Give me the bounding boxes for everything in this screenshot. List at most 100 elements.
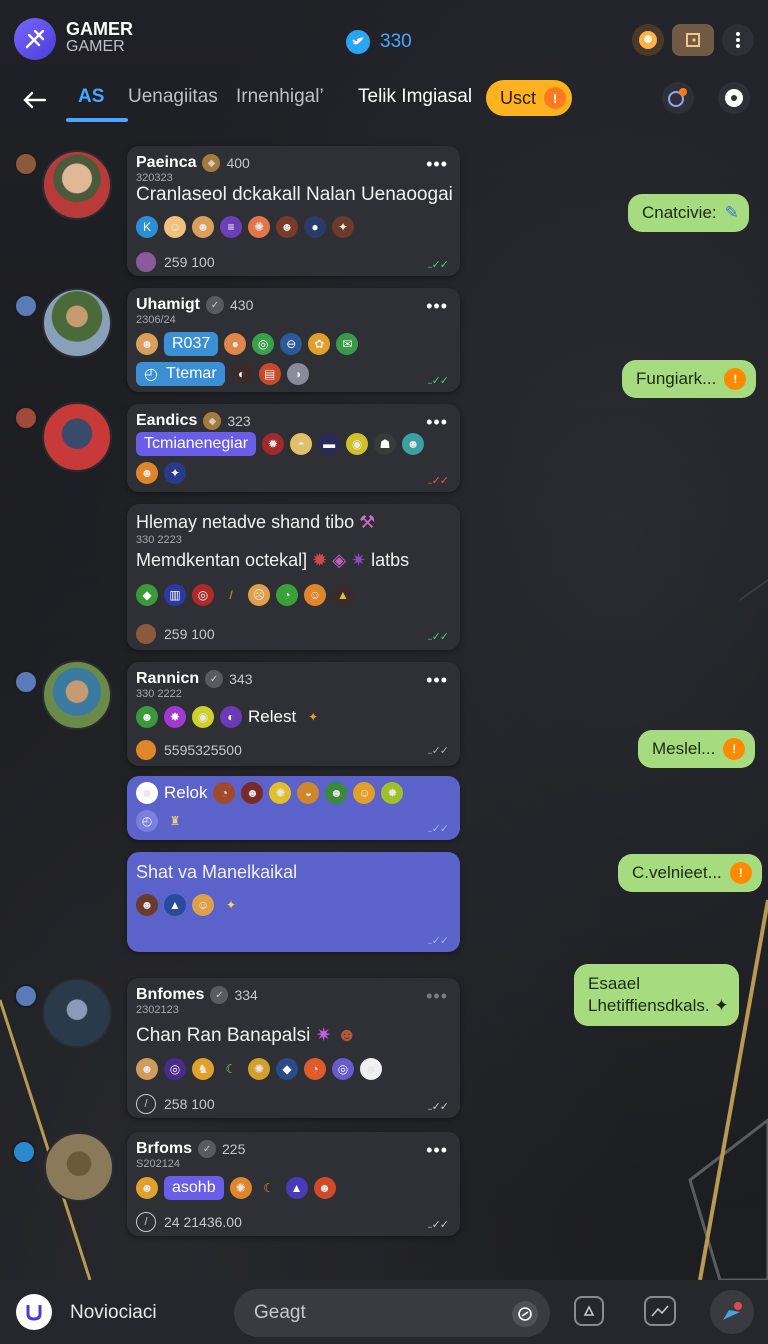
- more-icon[interactable]: •••: [426, 670, 448, 691]
- reaction-icon[interactable]: ☻: [360, 1058, 382, 1080]
- post-card[interactable]: Brfoms ✓ 225 S202124 ••• ☻ asohb ✺ ☾ ▲ ☻…: [127, 1132, 460, 1236]
- reaction-icon[interactable]: ✸: [164, 706, 186, 728]
- post-card[interactable]: Hlemay netadve shand tibo ⚒ 330 2223 Mem…: [127, 504, 460, 650]
- more-icon[interactable]: •••: [426, 1140, 448, 1161]
- reaction-icon[interactable]: ◎: [192, 584, 214, 606]
- more-options-icon[interactable]: [722, 24, 754, 56]
- reaction-icon[interactable]: ☻: [136, 462, 158, 484]
- reaction-icon[interactable]: ☻: [402, 433, 425, 455]
- reaction-icon[interactable]: ◓: [290, 433, 313, 455]
- reaction-icon[interactable]: ▲: [164, 894, 186, 916]
- post-card[interactable]: Rannicn ✓ 343 330 2222 ••• ☻ ✸ ◉ ◐ Reles…: [127, 662, 460, 766]
- reaction-icon[interactable]: ☻: [136, 894, 158, 916]
- trophy-icon[interactable]: ♜: [164, 810, 186, 832]
- follower-count[interactable]: 330: [346, 30, 412, 54]
- chart-icon[interactable]: [644, 1296, 676, 1326]
- more-icon[interactable]: •••: [426, 154, 448, 175]
- reaction-icon[interactable]: ☻: [192, 216, 214, 238]
- reaction-icon[interactable]: ●: [304, 216, 326, 238]
- back-arrow-icon[interactable]: [18, 84, 50, 116]
- reaction-icon[interactable]: ◒: [297, 782, 320, 804]
- avatar[interactable]: [42, 660, 112, 730]
- reaction-icon[interactable]: ☺: [304, 584, 326, 606]
- reaction-icon[interactable]: ☻: [136, 333, 158, 355]
- reaction-icon[interactable]: ✺: [229, 1177, 252, 1199]
- reaction-icon[interactable]: ☻: [136, 1177, 158, 1199]
- record-icon[interactable]: [718, 82, 750, 114]
- more-icon[interactable]: •••: [426, 986, 448, 1007]
- reaction-icon[interactable]: ▲: [285, 1177, 308, 1199]
- reaction-icon[interactable]: ☻: [313, 1177, 336, 1199]
- bottom-label[interactable]: Noviociaci: [70, 1302, 157, 1324]
- reaction-icon[interactable]: ◔: [276, 584, 298, 606]
- reaction-icon[interactable]: ☾: [220, 1058, 242, 1080]
- reaction-icon[interactable]: ◐: [230, 363, 253, 385]
- notification-icon[interactable]: [662, 82, 694, 114]
- avatar[interactable]: [42, 402, 112, 472]
- post-card[interactable]: Uhamigt ✓ 430 2306/24 ••• ☻ R037 ● ◎ ⊖ ✿…: [127, 288, 460, 392]
- avatar[interactable]: [42, 288, 112, 358]
- tab-pill-usct[interactable]: Usct !: [486, 80, 572, 116]
- message-input[interactable]: Geagt: [234, 1289, 550, 1337]
- wallet-icon[interactable]: [672, 24, 714, 56]
- message-bubble[interactable]: Meslel... !: [638, 730, 756, 768]
- reaction-icon[interactable]: ◔: [304, 1058, 326, 1080]
- reaction-icon[interactable]: ◎: [164, 1058, 186, 1080]
- reaction-icon[interactable]: ☻: [136, 706, 158, 728]
- reaction-icon[interactable]: /: [220, 584, 242, 606]
- tab-as[interactable]: AS: [78, 86, 104, 108]
- send-icon[interactable]: [710, 1290, 754, 1334]
- clock-icon[interactable]: ◴: [136, 810, 158, 832]
- reaction-icon[interactable]: ☹: [248, 584, 270, 606]
- reaction-icon[interactable]: ✹: [381, 782, 404, 804]
- reaction-icon[interactable]: ✹: [262, 433, 285, 455]
- reaction-icon[interactable]: ◐: [220, 706, 242, 728]
- reaction-icon[interactable]: ☻: [276, 216, 298, 238]
- reaction-icon[interactable]: ◆: [276, 1058, 298, 1080]
- tag-chip[interactable]: ◴ Ttemar: [136, 362, 225, 386]
- reaction-icon[interactable]: ◆: [136, 584, 158, 606]
- reaction-icon[interactable]: ▥: [164, 584, 186, 606]
- message-bubble[interactable]: Cnatcivie: ✎: [628, 194, 749, 232]
- reaction-icon[interactable]: ✺: [248, 216, 270, 238]
- sparkle-icon[interactable]: ✦: [220, 894, 242, 916]
- avatar[interactable]: [44, 1132, 114, 1202]
- reaction-icon[interactable]: ☗: [374, 433, 397, 455]
- home-logo-icon[interactable]: [16, 1294, 52, 1330]
- reaction-icon[interactable]: ⊖: [280, 333, 303, 355]
- tab-irnenhigal[interactable]: Irnenhigal’: [236, 86, 324, 108]
- reaction-icon[interactable]: ✺: [248, 1058, 270, 1080]
- post-card[interactable]: Paeinca ◆ 400 320323 ••• Cranlaseol dcka…: [127, 146, 460, 276]
- reaction-icon[interactable]: ✦: [332, 216, 354, 238]
- reaction-icon[interactable]: ☺: [192, 894, 214, 916]
- attach-icon[interactable]: [574, 1296, 604, 1326]
- reaction-icon[interactable]: ◎: [252, 333, 275, 355]
- reaction-icon[interactable]: ◔: [213, 782, 236, 804]
- message-bubble[interactable]: Esaael Lhetiffiensdkals. ✦: [574, 964, 739, 1026]
- reaction-icon[interactable]: ✉: [336, 333, 359, 355]
- post-card[interactable]: ☻ Relok ◔ ☻ ✺ ◒ ☻ ☺ ✹ ◴ ♜ ..✓✓: [127, 776, 460, 840]
- reaction-icon[interactable]: ♞: [192, 1058, 214, 1080]
- reaction-icon[interactable]: ≡: [220, 216, 242, 238]
- reaction-icon[interactable]: ◉: [346, 433, 369, 455]
- reaction-icon[interactable]: ☻: [325, 782, 348, 804]
- tab-telik-imgiasal[interactable]: Telik Imgiasal: [358, 86, 472, 108]
- more-icon[interactable]: •••: [426, 412, 448, 433]
- tab-uenagiitas[interactable]: Uenagiitas: [128, 86, 218, 108]
- avatar[interactable]: [42, 978, 112, 1048]
- reaction-icon[interactable]: ✦: [302, 706, 324, 728]
- app-logo-icon[interactable]: [14, 18, 56, 60]
- post-card[interactable]: Bnfomes ✓ 334 2302123 ••• Chan Ran Banap…: [127, 978, 460, 1118]
- post-card[interactable]: Shat va Manelkaikal ☻ ▲ ☺ ✦ ..✓✓: [127, 852, 460, 952]
- reaction-icon[interactable]: ▲: [332, 584, 354, 606]
- more-icon[interactable]: •••: [426, 296, 448, 317]
- post-card[interactable]: Eandics ◆ 323 ••• Tcmianenegiar ✹ ◓ ▬ ◉ …: [127, 404, 460, 492]
- reaction-icon[interactable]: ☾: [258, 1177, 280, 1199]
- tag-chip[interactable]: Tcmianenegiar: [136, 432, 257, 456]
- reaction-icon[interactable]: ▤: [258, 363, 281, 385]
- message-bubble[interactable]: Fungiark... !: [622, 360, 757, 398]
- reaction-icon[interactable]: ✿: [308, 333, 331, 355]
- reaction-icon[interactable]: ✦: [164, 462, 186, 484]
- tag-chip[interactable]: R037: [164, 332, 219, 356]
- reaction-icon[interactable]: ☺: [353, 782, 376, 804]
